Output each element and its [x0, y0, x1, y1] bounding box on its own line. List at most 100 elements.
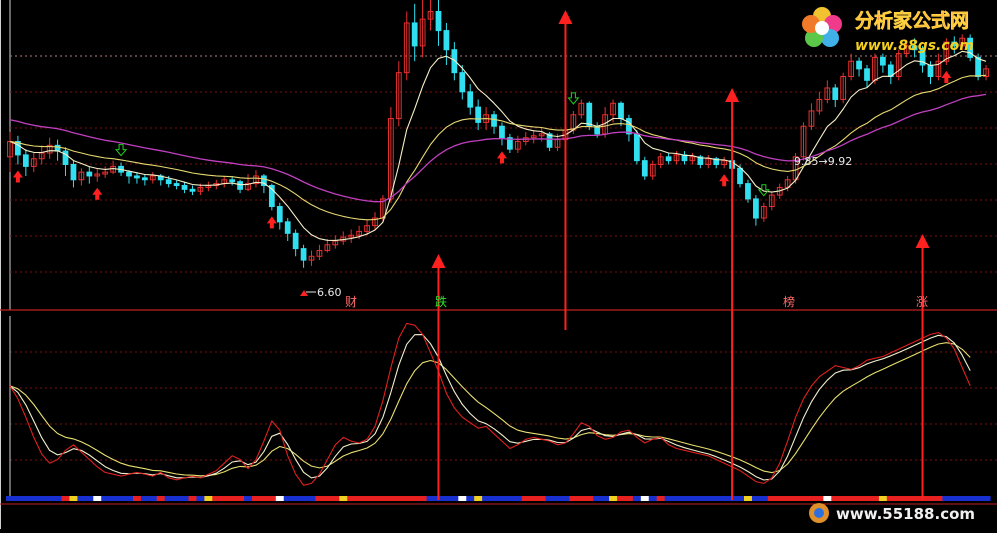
signal-strip-cell	[275, 496, 285, 501]
signal-strip-cell	[585, 496, 594, 501]
signal-strip-cell	[982, 496, 991, 501]
candle-down	[927, 64, 934, 78]
signal-bar-strip	[6, 496, 991, 501]
candle-down	[54, 144, 61, 152]
signal-strip-cell	[53, 496, 63, 501]
signal-strip-cell	[672, 496, 682, 501]
signal-strip-cell	[521, 496, 531, 501]
signal-strip-cell	[839, 496, 848, 501]
signal-strip-cell	[140, 496, 150, 501]
signal-strip-cell	[910, 496, 920, 501]
signal-strip-cell	[378, 496, 388, 501]
candle-down	[189, 188, 196, 192]
signal-strip-cell	[363, 496, 372, 501]
signal-strip-cell	[172, 496, 182, 501]
signal-strip-cell	[767, 496, 777, 501]
candle-down	[141, 177, 148, 181]
signal-strip-cell	[394, 496, 404, 501]
signal-strip-cell	[117, 496, 126, 501]
signal-strip-cell	[799, 496, 809, 501]
signal-strip-cell	[744, 496, 753, 501]
candle-down	[435, 10, 442, 32]
signal-strip-cell	[823, 496, 832, 501]
candle-down	[443, 30, 450, 51]
signal-strip-cell	[252, 496, 261, 501]
signal-strip-cell	[29, 496, 39, 501]
signal-strip-cell	[902, 496, 912, 501]
signal-label-cai: 财	[345, 295, 357, 309]
candle-down	[499, 125, 505, 139]
signal-strip-cell	[712, 496, 721, 501]
candle-down	[292, 232, 299, 250]
signal-strip-cell	[259, 496, 269, 501]
signal-strip-cell	[21, 496, 31, 501]
signal-strip-cell	[77, 496, 86, 501]
signal-strip-cell	[458, 496, 467, 501]
signal-strip-cell	[283, 496, 293, 501]
signal-strip-cell	[204, 496, 213, 501]
signal-strip-cell	[85, 496, 94, 501]
signal-strip-cell	[482, 496, 491, 501]
stock-chart: 6.60 9.85→9.92 财 跌 榜 涨 分析家公式网 www.88gs.c…	[0, 0, 997, 529]
signal-strip-cell	[815, 496, 824, 501]
candle-down	[633, 133, 640, 162]
signal-strip-cell	[942, 496, 951, 501]
candle-down	[237, 181, 243, 190]
signal-strip-cell	[6, 496, 15, 501]
signal-strip-cell	[950, 496, 959, 501]
signal-strip-cell	[688, 496, 697, 501]
signal-strip-cell	[498, 496, 507, 501]
candle-down	[300, 248, 307, 261]
signal-strip-cell	[339, 496, 348, 501]
signal-strip-cell	[196, 496, 205, 501]
candle-down	[284, 221, 291, 234]
site-url-top: www.88gs.com	[855, 38, 974, 54]
signal-strip-cell	[601, 496, 610, 501]
signal-strip-cell	[934, 496, 943, 501]
signal-strip-cell	[13, 496, 23, 501]
signal-strip-cell	[529, 496, 539, 501]
candle-down	[618, 102, 624, 120]
site-url-bottom: www.55188.com	[836, 505, 975, 523]
signal-strip-cell	[807, 496, 817, 501]
candle-down	[181, 185, 188, 190]
signal-strip-cell	[228, 496, 237, 501]
signal-strip-cell	[569, 496, 578, 501]
signal-strip-cell	[513, 496, 523, 501]
signal-strip-cell	[386, 496, 396, 501]
signal-strip-cell	[474, 496, 483, 501]
signal-strip-cell	[624, 496, 634, 501]
signal-strip-cell	[593, 496, 602, 501]
candle-down	[856, 60, 862, 70]
chart-background	[0, 0, 997, 529]
signal-strip-cell	[617, 496, 626, 501]
signal-strip-cell	[418, 496, 428, 501]
signal-strip-cell	[244, 496, 253, 501]
signal-strip-cell	[537, 496, 547, 501]
candle-down	[165, 179, 172, 185]
signal-strip-cell	[878, 496, 888, 501]
signal-strip-cell	[132, 496, 142, 501]
signal-strip-cell	[188, 496, 198, 501]
signal-strip-cell	[450, 496, 459, 501]
signal-strip-cell	[410, 496, 420, 501]
candle-down	[134, 175, 140, 179]
candle-down	[975, 56, 981, 77]
signal-strip-cell	[926, 496, 936, 501]
signal-strip-cell	[886, 496, 896, 501]
candle-down	[737, 167, 743, 185]
signal-strip-cell	[783, 496, 793, 501]
candle-down	[126, 171, 132, 177]
price-range-label: 9.85→9.92	[794, 155, 852, 168]
signal-strip-cell	[775, 496, 785, 501]
signal-strip-cell	[307, 496, 317, 501]
signal-strip-cell	[632, 496, 642, 501]
signal-strip-cell	[490, 496, 499, 501]
site-name-cn: 分析家公式网	[855, 9, 969, 32]
candle-down	[276, 206, 283, 223]
signal-strip-cell	[855, 496, 864, 501]
candle-down	[745, 183, 751, 200]
signal-strip-cell	[37, 496, 47, 501]
signal-strip-cell	[609, 496, 618, 501]
signal-strip-cell	[894, 496, 904, 501]
